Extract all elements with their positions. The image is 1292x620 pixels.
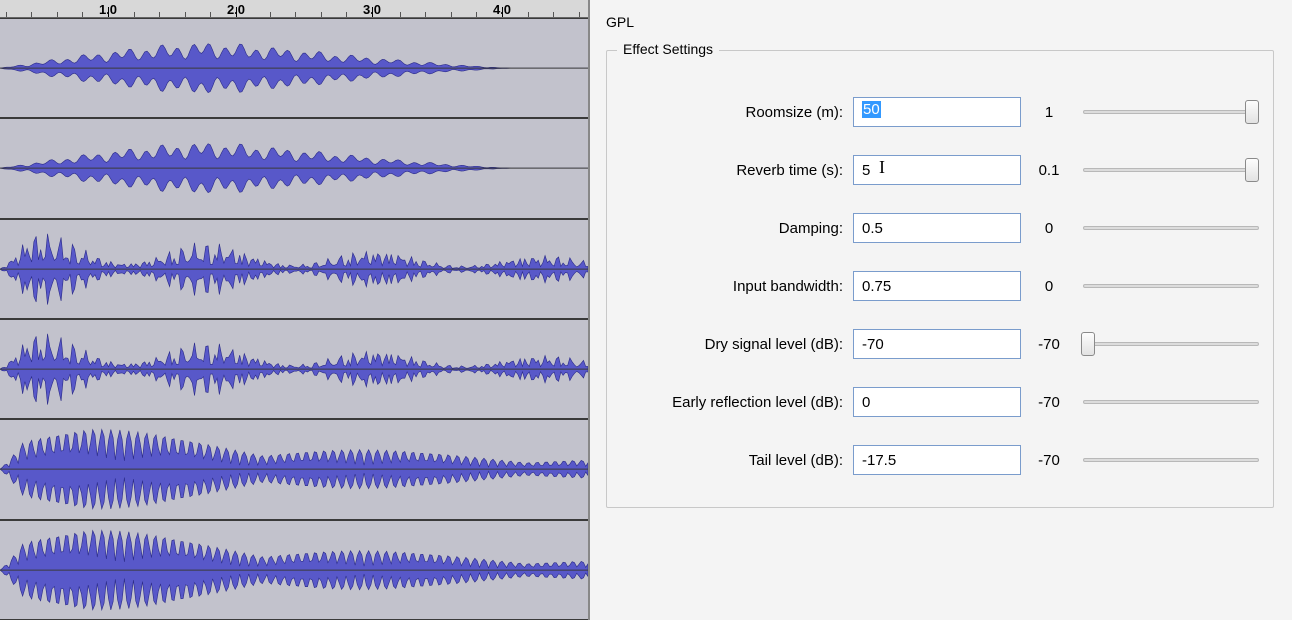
audio-track[interactable]	[0, 219, 588, 319]
param-label: Roomsize (m):	[621, 104, 853, 121]
param-min-label: 1	[1021, 104, 1077, 121]
timeline-ruler[interactable]: 1.02.03.04.0	[0, 0, 588, 18]
audio-track[interactable]	[0, 18, 588, 118]
param-input[interactable]	[853, 445, 1021, 475]
audio-track[interactable]	[0, 118, 588, 218]
param-label: Damping:	[621, 220, 853, 237]
param-slider[interactable]	[1083, 156, 1259, 184]
param-input[interactable]	[853, 387, 1021, 417]
param-label: Input bandwidth:	[621, 278, 853, 295]
param-slider[interactable]	[1083, 272, 1259, 300]
param-row: Roomsize (m):501	[621, 83, 1259, 141]
param-row: Dry signal level (dB): -70	[621, 315, 1259, 373]
track-container	[0, 18, 588, 620]
param-input[interactable]	[853, 213, 1021, 243]
slider-thumb[interactable]	[1081, 332, 1095, 356]
param-input[interactable]	[853, 329, 1021, 359]
param-min-label: 0	[1021, 278, 1077, 295]
param-label: Reverb time (s):	[621, 162, 853, 179]
slider-thumb[interactable]	[1245, 158, 1259, 182]
param-row: Tail level (dB): -70	[621, 431, 1259, 489]
license-label: GPL	[606, 14, 1274, 30]
param-min-label: -70	[1021, 452, 1077, 469]
param-slider[interactable]	[1083, 214, 1259, 242]
effect-settings-legend: Effect Settings	[617, 41, 719, 57]
audio-track[interactable]	[0, 319, 588, 419]
audio-track[interactable]	[0, 419, 588, 519]
param-slider[interactable]	[1083, 98, 1259, 126]
param-min-label: -70	[1021, 336, 1077, 353]
param-min-label: 0	[1021, 220, 1077, 237]
param-label: Tail level (dB):	[621, 452, 853, 469]
effect-settings-group: Effect Settings Roomsize (m):501Reverb t…	[606, 50, 1274, 508]
param-row: Reverb time (s):I0.1	[621, 141, 1259, 199]
param-row: Input bandwidth: 0	[621, 257, 1259, 315]
slider-thumb[interactable]	[1245, 100, 1259, 124]
waveform-panel: 1.02.03.04.0	[0, 0, 590, 620]
param-slider[interactable]	[1083, 446, 1259, 474]
param-input[interactable]	[853, 271, 1021, 301]
effect-dialog: GPL Effect Settings Roomsize (m):501Reve…	[590, 0, 1292, 620]
param-row: Early reflection level (dB): -70	[621, 373, 1259, 431]
param-input[interactable]	[853, 155, 1021, 185]
param-slider[interactable]	[1083, 330, 1259, 358]
audio-track[interactable]	[0, 520, 588, 620]
param-row: Damping: 0	[621, 199, 1259, 257]
param-label: Dry signal level (dB):	[621, 336, 853, 353]
param-min-label: -70	[1021, 394, 1077, 411]
param-label: Early reflection level (dB):	[621, 394, 853, 411]
param-slider[interactable]	[1083, 388, 1259, 416]
param-input[interactable]	[853, 97, 1021, 127]
param-min-label: 0.1	[1021, 162, 1077, 179]
